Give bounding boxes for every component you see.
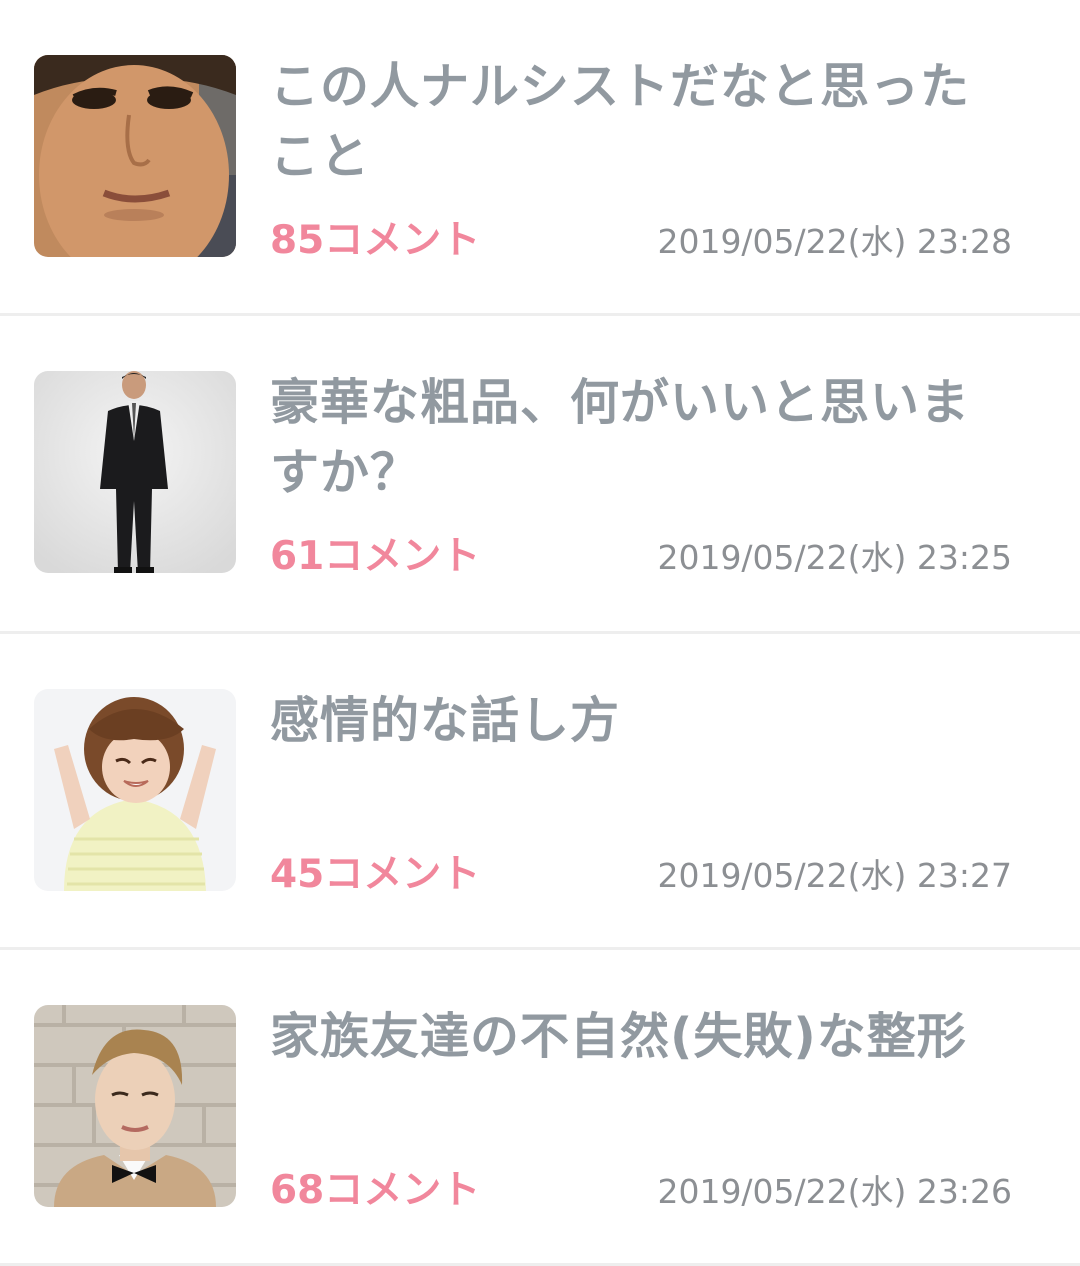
topic-date: 2019/05/22(水) 23:26 — [657, 1172, 1012, 1211]
comment-count: 61コメント — [270, 534, 481, 579]
topic-title[interactable]: この人ナルシストだなと思ったこと — [270, 52, 1015, 192]
topic-item[interactable]: この人ナルシストだなと思ったこと 85コメント 2019/05/22(水) 23… — [0, 0, 1080, 316]
man-face-photo-icon — [34, 55, 236, 257]
topic-item[interactable]: 豪華な粗品、何がいいと思いますか？ 61コメント 2019/05/22(水) 2… — [0, 316, 1080, 634]
topic-thumbnail[interactable] — [34, 1005, 236, 1207]
man-in-suit-photo-icon — [34, 371, 236, 573]
topic-thumbnail[interactable] — [34, 371, 236, 573]
topic-list: この人ナルシストだなと思ったこと 85コメント 2019/05/22(水) 23… — [0, 0, 1080, 1266]
topic-item[interactable]: 家族友達の不自然(失敗)な整形 68コメント 2019/05/22(水) 23:… — [0, 950, 1080, 1266]
topic-title[interactable]: 豪華な粗品、何がいいと思いますか？ — [270, 368, 1015, 508]
topic-thumbnail[interactable] — [34, 689, 236, 891]
stressed-woman-photo-icon — [34, 689, 236, 891]
topic-title[interactable]: 家族友達の不自然(失敗)な整形 — [270, 1002, 1015, 1072]
comment-count: 45コメント — [270, 852, 481, 897]
topic-title[interactable]: 感情的な話し方 — [270, 686, 1015, 756]
topic-item[interactable]: 感情的な話し方 45コメント 2019/05/22(水) 23:27 — [0, 634, 1080, 950]
topic-date: 2019/05/22(水) 23:27 — [657, 856, 1012, 895]
comment-count: 68コメント — [270, 1168, 481, 1213]
topic-date: 2019/05/22(水) 23:28 — [657, 222, 1012, 261]
comment-count: 85コメント — [270, 218, 481, 263]
topic-thumbnail[interactable] — [34, 55, 236, 257]
topic-date: 2019/05/22(水) 23:25 — [657, 538, 1012, 577]
man-bowtie-photo-icon — [34, 1005, 236, 1207]
